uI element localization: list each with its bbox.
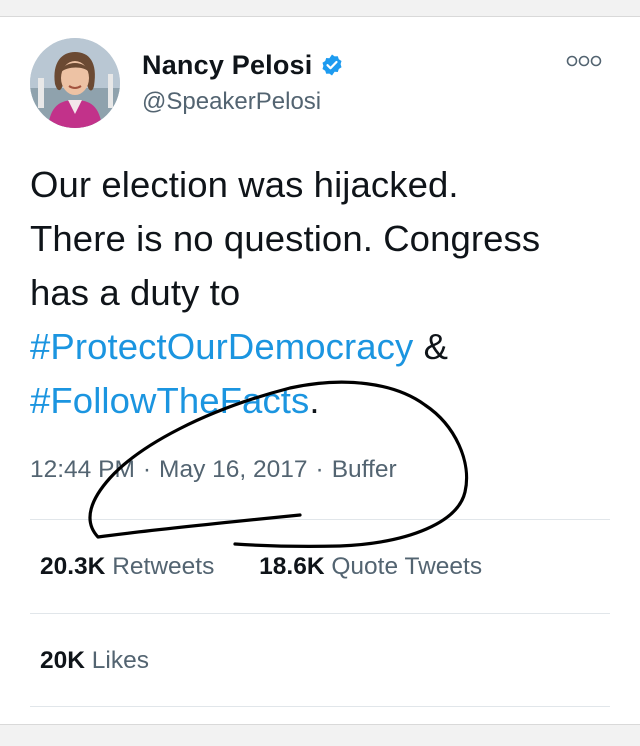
tweet-meta: 12:44 PM · May 16, 2017 · Buffer (30, 456, 397, 484)
meta-separator: · (142, 456, 152, 483)
display-name-row: Nancy Pelosi (142, 48, 344, 82)
divider (30, 706, 610, 707)
verified-badge-icon (320, 53, 344, 77)
retweets-count: 20.3K (40, 553, 106, 580)
avatar[interactable] (30, 38, 120, 128)
author-names: Nancy Pelosi @SpeakerPelosi (142, 48, 344, 116)
likes-stats-row: 20K Likes (40, 647, 149, 675)
ampersand-text: & (423, 326, 449, 367)
divider (30, 613, 610, 614)
tweet-text: Our election was hijacked. There is no q… (30, 158, 610, 428)
quote-tweets-count: 18.6K (259, 553, 325, 580)
tweet-header: Nancy Pelosi @SpeakerPelosi (30, 38, 610, 133)
likes-stat[interactable]: 20K Likes (40, 647, 149, 675)
tweet-date[interactable]: May 16, 2017 (159, 456, 307, 483)
hashtag-link[interactable]: #ProtectOurDemocracy (30, 326, 413, 367)
author-handle[interactable]: @SpeakerPelosi (142, 88, 344, 116)
tweet-text-line: #FollowTheFacts. (30, 374, 610, 428)
more-options-icon[interactable] (566, 54, 602, 68)
meta-separator: · (315, 456, 324, 483)
retweets-label: Retweets (112, 553, 215, 580)
quote-tweets-label: Quote Tweets (331, 553, 483, 580)
tweet-source[interactable]: Buffer (332, 456, 397, 483)
likes-count: 20K (40, 647, 85, 674)
tweet-text-line: #ProtectOurDemocracy & (30, 320, 610, 374)
tweet-text-line: has a duty to (30, 272, 241, 313)
tweet-text-line: There is no question. Congress (30, 218, 541, 259)
retweets-stat[interactable]: 20.3K Retweets (40, 553, 214, 581)
bottom-divider (0, 724, 640, 746)
tweet-text-line: Our election was hijacked. (30, 164, 459, 205)
hashtag-link[interactable]: #FollowTheFacts (30, 380, 309, 421)
divider (30, 519, 610, 520)
profile-photo-icon (30, 38, 120, 128)
period-text: . (309, 380, 320, 421)
tweet-time[interactable]: 12:44 PM (30, 456, 135, 483)
display-name[interactable]: Nancy Pelosi (142, 50, 312, 81)
top-divider (0, 0, 640, 17)
likes-label: Likes (91, 647, 149, 674)
quote-tweets-stat[interactable]: 18.6K Quote Tweets (259, 553, 482, 581)
engagement-stats-row: 20.3K Retweets 18.6K Quote Tweets (40, 553, 482, 581)
